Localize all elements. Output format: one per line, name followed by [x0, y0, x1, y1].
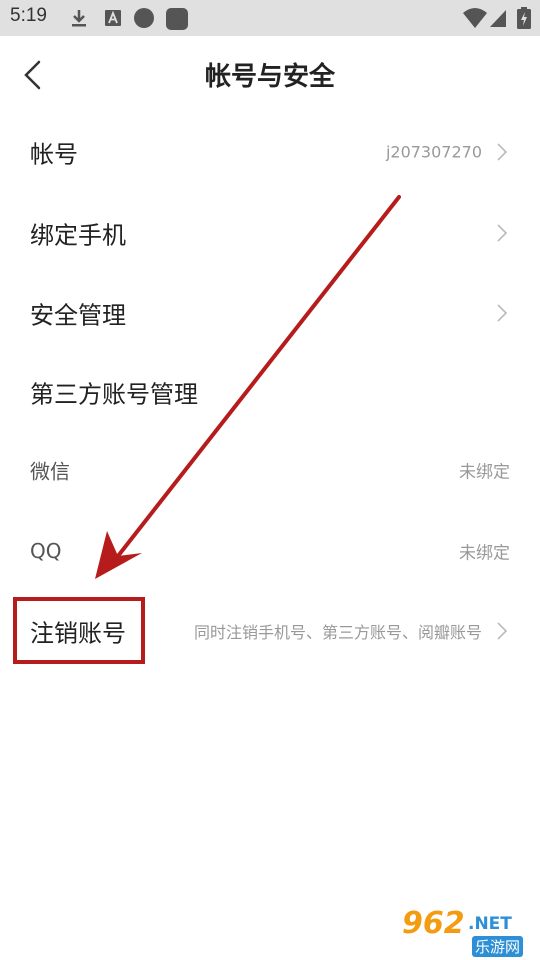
- header-bar: 帐号与安全: [0, 36, 540, 112]
- watermark-number: 962: [402, 906, 465, 941]
- row-label: 安全管理: [30, 301, 126, 330]
- font-icon: [105, 10, 121, 26]
- wechat-row[interactable]: 微信 未绑定: [0, 430, 540, 510]
- bind-status: 未绑定: [459, 462, 510, 483]
- watermark-logo: 962 .NET 乐游网: [402, 906, 534, 957]
- chevron-right-icon: [497, 224, 508, 242]
- status-bar: 5:19: [0, 0, 540, 36]
- page-title: 帐号与安全: [204, 62, 335, 92]
- qq-row[interactable]: QQ 未绑定: [0, 511, 540, 591]
- chevron-right-icon: [497, 622, 508, 640]
- signal-icon: [490, 10, 506, 27]
- battery-icon: [517, 7, 531, 29]
- status-time: 5:19: [10, 5, 47, 26]
- row-label: QQ: [30, 539, 62, 563]
- chevron-right-icon: [497, 143, 508, 161]
- row-label: 绑定手机: [30, 221, 126, 250]
- watermark-site-name: 乐游网: [472, 936, 524, 957]
- row-label: 帐号: [30, 140, 78, 169]
- wifi-icon: [463, 8, 487, 28]
- watermark-suffix: .NET: [468, 914, 512, 934]
- security-management-row[interactable]: 安全管理: [0, 273, 540, 353]
- cancel-account-description: 同时注销手机号、第三方账号、阅瓣账号: [193, 623, 482, 642]
- highlight-box: [13, 597, 145, 664]
- account-id-value: j207307270: [385, 142, 482, 162]
- bind-status: 未绑定: [459, 543, 510, 564]
- bind-phone-row[interactable]: 绑定手机: [0, 193, 540, 273]
- row-label: 微信: [30, 459, 70, 484]
- chevron-right-icon: [497, 304, 508, 322]
- account-row[interactable]: 帐号 j207307270: [0, 112, 540, 192]
- section-title: 第三方账号管理: [30, 380, 198, 409]
- third-party-section-header: 第三方账号管理: [0, 352, 540, 432]
- download-icon: [72, 10, 86, 27]
- circle-icon: [134, 8, 154, 28]
- square-icon: [166, 8, 188, 30]
